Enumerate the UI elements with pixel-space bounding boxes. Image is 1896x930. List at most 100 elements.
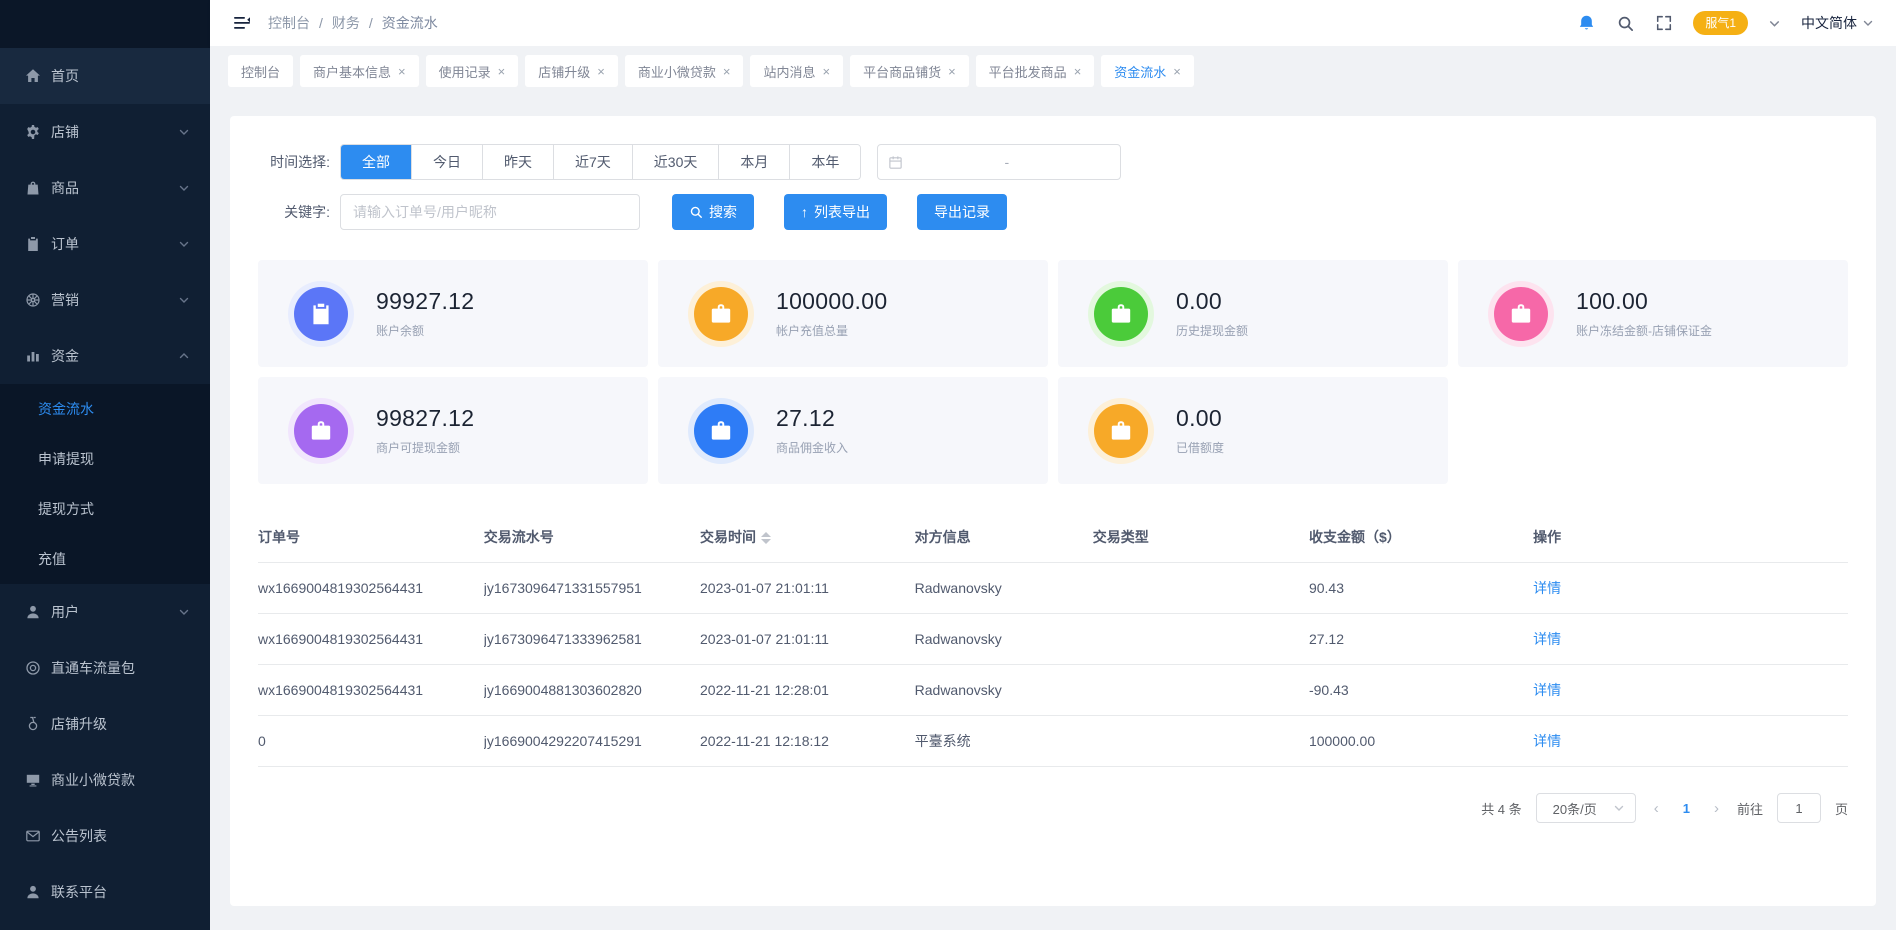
keyword-input[interactable] bbox=[340, 194, 640, 230]
language-selector[interactable]: 中文简体 bbox=[1801, 13, 1874, 33]
pagination: 共 4 条 20条/页 ‹ 1 › 前往 页 bbox=[258, 793, 1848, 823]
next-page-button[interactable]: › bbox=[1710, 800, 1723, 817]
keyword-filter-row: 关键字: 搜索 ↑ 列表导出 导出记录 bbox=[258, 194, 1848, 230]
sidebar-item-announcements[interactable]: 公告列表 bbox=[0, 808, 210, 864]
search-icon[interactable] bbox=[1616, 14, 1635, 33]
detail-link[interactable]: 详情 bbox=[1533, 631, 1561, 647]
stat-card-withdrawn-history: 0.00 历史提现金额 bbox=[1058, 260, 1448, 367]
tab-fund-flow[interactable]: 资金流水× bbox=[1101, 55, 1194, 87]
stat-value: 27.12 bbox=[776, 405, 848, 432]
sidebar-item-marketing[interactable]: 营销 bbox=[0, 272, 210, 328]
tab-platform-wholesale[interactable]: 平台批发商品 × bbox=[976, 55, 1095, 87]
cell-counterparty: Radwanovsky bbox=[915, 614, 1093, 665]
wheel-icon bbox=[25, 292, 41, 308]
sidebar-item-contact-platform[interactable]: 联系平台 bbox=[0, 864, 210, 920]
tab-platform-distribution[interactable]: 平台商品铺货× bbox=[850, 55, 969, 87]
close-icon[interactable]: × bbox=[498, 65, 506, 78]
goto-label: 前往 bbox=[1737, 799, 1763, 818]
sidebar-item-orders[interactable]: 订单 bbox=[0, 216, 210, 272]
close-icon[interactable]: × bbox=[948, 65, 956, 78]
sidebar-item-shop-upgrade[interactable]: 店铺升级 bbox=[0, 696, 210, 752]
submenu-item-withdraw-method[interactable]: 提现方式 bbox=[0, 484, 210, 534]
goto-page-input[interactable] bbox=[1777, 793, 1821, 823]
sidebar-item-micro-loan[interactable]: 商业小微贷款 bbox=[0, 752, 210, 808]
detail-link[interactable]: 详情 bbox=[1533, 580, 1561, 596]
stat-card-recharge-total: 100000.00 帐户充值总量 bbox=[658, 260, 1048, 367]
cell-counterparty: 平臺系统 bbox=[915, 716, 1093, 767]
breadcrumb-item[interactable]: 财务 bbox=[332, 13, 360, 33]
language-label: 中文简体 bbox=[1801, 13, 1857, 33]
open-tabs-bar: 控制台 商户基本信息× 使用记录× 店铺升级× 商业小微贷款× 站内消息× 平台… bbox=[210, 46, 1896, 96]
close-icon[interactable]: × bbox=[1173, 65, 1181, 78]
submenu-item-fund-flow[interactable]: 资金流水 bbox=[0, 384, 210, 434]
detail-link[interactable]: 详情 bbox=[1533, 733, 1561, 749]
arrow-up-icon: ↑ bbox=[801, 204, 808, 220]
cell-counterparty: Radwanovsky bbox=[915, 665, 1093, 716]
contact-icon bbox=[25, 884, 41, 900]
home-icon bbox=[25, 68, 41, 84]
app-window: 首页 店铺 商品 订单 营销 bbox=[0, 0, 1896, 930]
target-icon bbox=[25, 660, 41, 676]
sidebar-item-label: 商品 bbox=[51, 178, 79, 198]
tab-shop-upgrade[interactable]: 店铺升级× bbox=[525, 55, 618, 87]
fullscreen-icon[interactable] bbox=[1655, 14, 1673, 32]
column-header-txn-type: 交易类型 bbox=[1093, 512, 1309, 563]
chevron-down-icon[interactable] bbox=[1768, 17, 1781, 30]
time-option-7days[interactable]: 近7天 bbox=[553, 145, 632, 179]
time-filter-row: 时间选择: 全部 今日 昨天 近7天 近30天 本月 本年 - bbox=[258, 144, 1848, 180]
sidebar-item-label: 首页 bbox=[51, 66, 79, 86]
menu-fold-icon[interactable] bbox=[232, 13, 252, 33]
stat-card-frozen-deposit: 100.00 账户冻结金额-店铺保证金 bbox=[1458, 260, 1848, 367]
sidebar-item-home[interactable]: 首页 bbox=[0, 48, 210, 104]
tab-label: 平台批发商品 bbox=[989, 62, 1067, 81]
sidebar-item-traffic-pack[interactable]: 直通车流量包 bbox=[0, 640, 210, 696]
close-icon[interactable]: × bbox=[597, 65, 605, 78]
tab-merchant-info[interactable]: 商户基本信息× bbox=[300, 55, 419, 87]
sidebar-item-goods[interactable]: 商品 bbox=[0, 160, 210, 216]
page-size-select[interactable]: 20条/页 bbox=[1536, 793, 1636, 823]
submenu-item-label: 提现方式 bbox=[38, 499, 94, 519]
time-option-all[interactable]: 全部 bbox=[341, 145, 411, 179]
stat-icon-halo bbox=[1088, 398, 1154, 464]
time-option-today[interactable]: 今日 bbox=[411, 145, 482, 179]
stat-value: 99827.12 bbox=[376, 405, 474, 432]
user-badge[interactable]: 服气1 bbox=[1693, 11, 1748, 35]
tab-micro-loan[interactable]: 商业小微贷款× bbox=[625, 55, 744, 87]
table-header-row: 订单号 交易流水号 交易时间 对方信息 交易类型 收支金额（$） 操作 bbox=[258, 512, 1848, 563]
page-number[interactable]: 1 bbox=[1677, 801, 1696, 816]
time-option-this-month[interactable]: 本月 bbox=[718, 145, 789, 179]
export-list-button[interactable]: ↑ 列表导出 bbox=[784, 194, 887, 230]
breadcrumb-item[interactable]: 控制台 bbox=[268, 13, 310, 33]
detail-link[interactable]: 详情 bbox=[1533, 682, 1561, 698]
tab-site-messages[interactable]: 站内消息× bbox=[750, 55, 843, 87]
tab-console[interactable]: 控制台 bbox=[228, 55, 293, 87]
sidebar-item-users[interactable]: 用户 bbox=[0, 584, 210, 640]
search-button[interactable]: 搜索 bbox=[672, 194, 754, 230]
close-icon[interactable]: × bbox=[723, 65, 731, 78]
time-option-this-year[interactable]: 本年 bbox=[789, 145, 860, 179]
tab-usage-records[interactable]: 使用记录× bbox=[426, 55, 519, 87]
submenu-item-withdraw-apply[interactable]: 申请提现 bbox=[0, 434, 210, 484]
date-range-picker[interactable]: - bbox=[877, 144, 1121, 180]
stat-icon-halo bbox=[688, 398, 754, 464]
time-option-yesterday[interactable]: 昨天 bbox=[482, 145, 553, 179]
stat-card-text: 27.12 商品佣金收入 bbox=[776, 405, 848, 456]
sidebar-menu: 首页 店铺 商品 订单 营销 bbox=[0, 48, 210, 930]
sidebar-item-label: 资金 bbox=[51, 346, 79, 366]
gear-icon bbox=[25, 124, 41, 140]
close-icon[interactable]: × bbox=[822, 65, 830, 78]
prev-page-button[interactable]: ‹ bbox=[1650, 800, 1663, 817]
breadcrumb-separator: / bbox=[319, 15, 323, 31]
sidebar-item-funds[interactable]: 资金 bbox=[0, 328, 210, 384]
close-icon[interactable]: × bbox=[1074, 65, 1082, 78]
cell-txn-no: jy1669004292207415291 bbox=[484, 716, 700, 767]
sidebar-item-label: 店铺升级 bbox=[51, 714, 107, 734]
action-buttons: 搜索 ↑ 列表导出 导出记录 bbox=[672, 194, 1007, 230]
sort-icon[interactable] bbox=[761, 532, 771, 544]
export-records-button[interactable]: 导出记录 bbox=[917, 194, 1007, 230]
submenu-item-recharge[interactable]: 充值 bbox=[0, 534, 210, 584]
close-icon[interactable]: × bbox=[398, 65, 406, 78]
bell-icon[interactable] bbox=[1577, 14, 1596, 33]
time-option-30days[interactable]: 近30天 bbox=[632, 145, 719, 179]
sidebar-item-shop[interactable]: 店铺 bbox=[0, 104, 210, 160]
